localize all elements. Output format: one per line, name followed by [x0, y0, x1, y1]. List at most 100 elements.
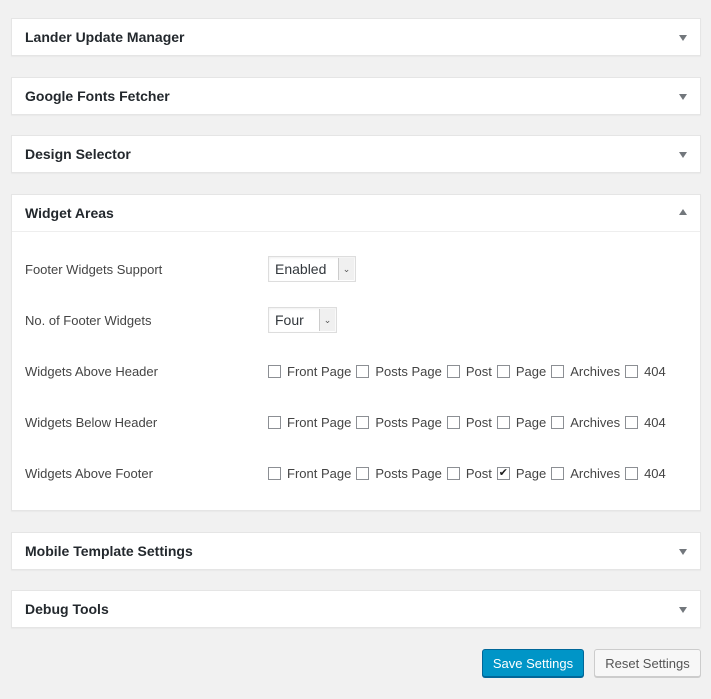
- checkbox-label: Post: [465, 363, 492, 379]
- checkbox-option[interactable]: Post: [446, 414, 492, 430]
- checkbox-label: Front Page: [287, 363, 352, 379]
- checkbox-option[interactable]: Post: [446, 465, 492, 481]
- checkbox-label: Post: [465, 414, 492, 430]
- checkbox[interactable]: [625, 415, 639, 429]
- footer-widgets-count-select[interactable]: Four ⌄: [268, 307, 337, 333]
- checkmark-icon: ✔: [498, 466, 508, 479]
- field-label: Widgets Below Header: [25, 414, 158, 430]
- save-settings-button[interactable]: Save Settings: [482, 649, 584, 677]
- panel-title: Lander Update Manager: [25, 29, 185, 45]
- triangle-down-icon[interactable]: [679, 152, 687, 158]
- checkbox-label: Page: [515, 363, 547, 379]
- checkbox-label: Archives: [570, 414, 621, 430]
- checkbox-option[interactable]: Front Page: [268, 415, 351, 430]
- panel-title: Mobile Template Settings: [25, 543, 193, 559]
- checkbox[interactable]: [356, 466, 370, 480]
- panel-header[interactable]: Google Fonts Fetcher: [12, 78, 700, 114]
- checkbox-option[interactable]: Archives: [551, 466, 620, 481]
- checkbox-label: Page: [515, 414, 547, 430]
- panel-mobile-template-settings: Mobile Template Settings: [11, 532, 701, 570]
- checkbox-label: Posts Page: [375, 465, 442, 481]
- checkbox-option[interactable]: Front Page: [268, 466, 351, 481]
- checkbox-label: Posts Page: [375, 363, 442, 379]
- checkbox-option[interactable]: Posts Page: [356, 466, 442, 481]
- checkbox[interactable]: [496, 364, 510, 378]
- field-label: Footer Widgets Support: [25, 261, 163, 277]
- checkbox-option[interactable]: Post: [446, 363, 492, 379]
- panel-title: Design Selector: [25, 146, 131, 162]
- checkbox[interactable]: [446, 466, 460, 480]
- triangle-down-icon[interactable]: [679, 94, 687, 100]
- checkbox-option[interactable]: 404: [625, 364, 666, 379]
- footer-widgets-support-select[interactable]: Enabled ⌄: [268, 256, 356, 282]
- panel-header[interactable]: Mobile Template Settings: [12, 533, 700, 569]
- checkbox-option[interactable]: Posts Page: [356, 415, 442, 430]
- checkbox-label: 404: [644, 363, 666, 379]
- checkbox[interactable]: [496, 415, 510, 429]
- panel-header[interactable]: Lander Update Manager: [12, 19, 700, 55]
- checkbox[interactable]: [625, 364, 639, 378]
- widget-areas-content: Footer Widgets Support Enabled ⌄ No. of …: [12, 231, 700, 510]
- chevron-down-icon: ⌄: [319, 309, 335, 331]
- checkbox-option[interactable]: Page: [496, 414, 547, 430]
- triangle-down-icon[interactable]: [679, 607, 687, 613]
- checkbox[interactable]: [551, 364, 565, 378]
- checkbox[interactable]: [268, 415, 281, 429]
- panel-debug-tools: Debug Tools: [11, 590, 701, 628]
- checkbox-group: Front Page Posts Page Post Page Archives 404: [268, 415, 671, 430]
- triangle-down-icon[interactable]: [679, 549, 687, 555]
- checkbox-option[interactable]: Page: [496, 363, 547, 379]
- checkbox-label: 404: [644, 414, 666, 430]
- panel-header[interactable]: Debug Tools: [12, 591, 700, 627]
- field-label: Widgets Above Header: [25, 363, 158, 379]
- checkbox-group: Front Page Posts Page Post Page Archives 404: [268, 364, 671, 379]
- select-value: Four: [275, 312, 304, 328]
- checkbox-label: Front Page: [287, 465, 352, 481]
- select-value: Enabled: [275, 261, 327, 277]
- checkbox-option[interactable]: ✔ Page: [496, 465, 547, 481]
- panel-title: Google Fonts Fetcher: [25, 88, 170, 104]
- checkbox[interactable]: [268, 466, 281, 480]
- panel-header[interactable]: Design Selector: [12, 136, 700, 172]
- checkbox-option[interactable]: Archives: [551, 415, 620, 430]
- checkbox[interactable]: [446, 364, 460, 378]
- panel-design-selector: Design Selector: [11, 135, 701, 173]
- checkbox-group: Front Page Posts Page Post ✔ Page Archives 404: [268, 466, 671, 481]
- checkbox-option[interactable]: Archives: [551, 364, 620, 379]
- checkbox-label: Front Page: [287, 414, 352, 430]
- checkbox-label: Archives: [570, 363, 621, 379]
- panel-header[interactable]: Widget Areas: [12, 195, 700, 231]
- checkbox-option[interactable]: 404: [625, 415, 666, 430]
- reset-settings-button[interactable]: Reset Settings: [594, 649, 701, 677]
- panel-widget-areas: Widget Areas Footer Widgets Support Enab…: [11, 194, 701, 511]
- checkbox[interactable]: [551, 466, 565, 480]
- checkbox-label: Post: [465, 465, 492, 481]
- panel-lander-update-manager: Lander Update Manager: [11, 18, 701, 56]
- checkbox[interactable]: [356, 415, 370, 429]
- checkbox[interactable]: [268, 364, 281, 378]
- checkbox[interactable]: [551, 415, 565, 429]
- checkbox-label: Posts Page: [375, 414, 442, 430]
- checkbox-label: Archives: [570, 465, 621, 481]
- widgets-above-header-row: Widgets Above Header Front Page Posts Pag…: [25, 358, 700, 384]
- checkbox-label: 404: [644, 465, 666, 481]
- checkbox[interactable]: ✔: [496, 466, 510, 480]
- checkbox[interactable]: [446, 415, 460, 429]
- widgets-above-footer-row: Widgets Above Footer Front Page Posts Pag…: [25, 460, 700, 486]
- checkbox-option[interactable]: Front Page: [268, 364, 351, 379]
- checkbox-option[interactable]: Posts Page: [356, 364, 442, 379]
- triangle-up-icon[interactable]: [679, 209, 687, 215]
- panel-title: Debug Tools: [25, 601, 109, 617]
- triangle-down-icon[interactable]: [679, 35, 687, 41]
- footer-widgets-support-row: Footer Widgets Support Enabled ⌄: [25, 256, 700, 282]
- field-label: No. of Footer Widgets: [25, 312, 152, 328]
- chevron-down-icon: ⌄: [338, 258, 354, 280]
- panel-google-fonts-fetcher: Google Fonts Fetcher: [11, 77, 701, 115]
- checkbox-option[interactable]: 404: [625, 466, 666, 481]
- checkbox-label: Page: [515, 465, 547, 481]
- widgets-below-header-row: Widgets Below Header Front Page Posts Pag…: [25, 409, 700, 435]
- field-label: Widgets Above Footer: [25, 465, 153, 481]
- checkbox[interactable]: [625, 466, 639, 480]
- checkbox[interactable]: [356, 364, 370, 378]
- footer-widgets-count-row: No. of Footer Widgets Four ⌄: [25, 307, 700, 333]
